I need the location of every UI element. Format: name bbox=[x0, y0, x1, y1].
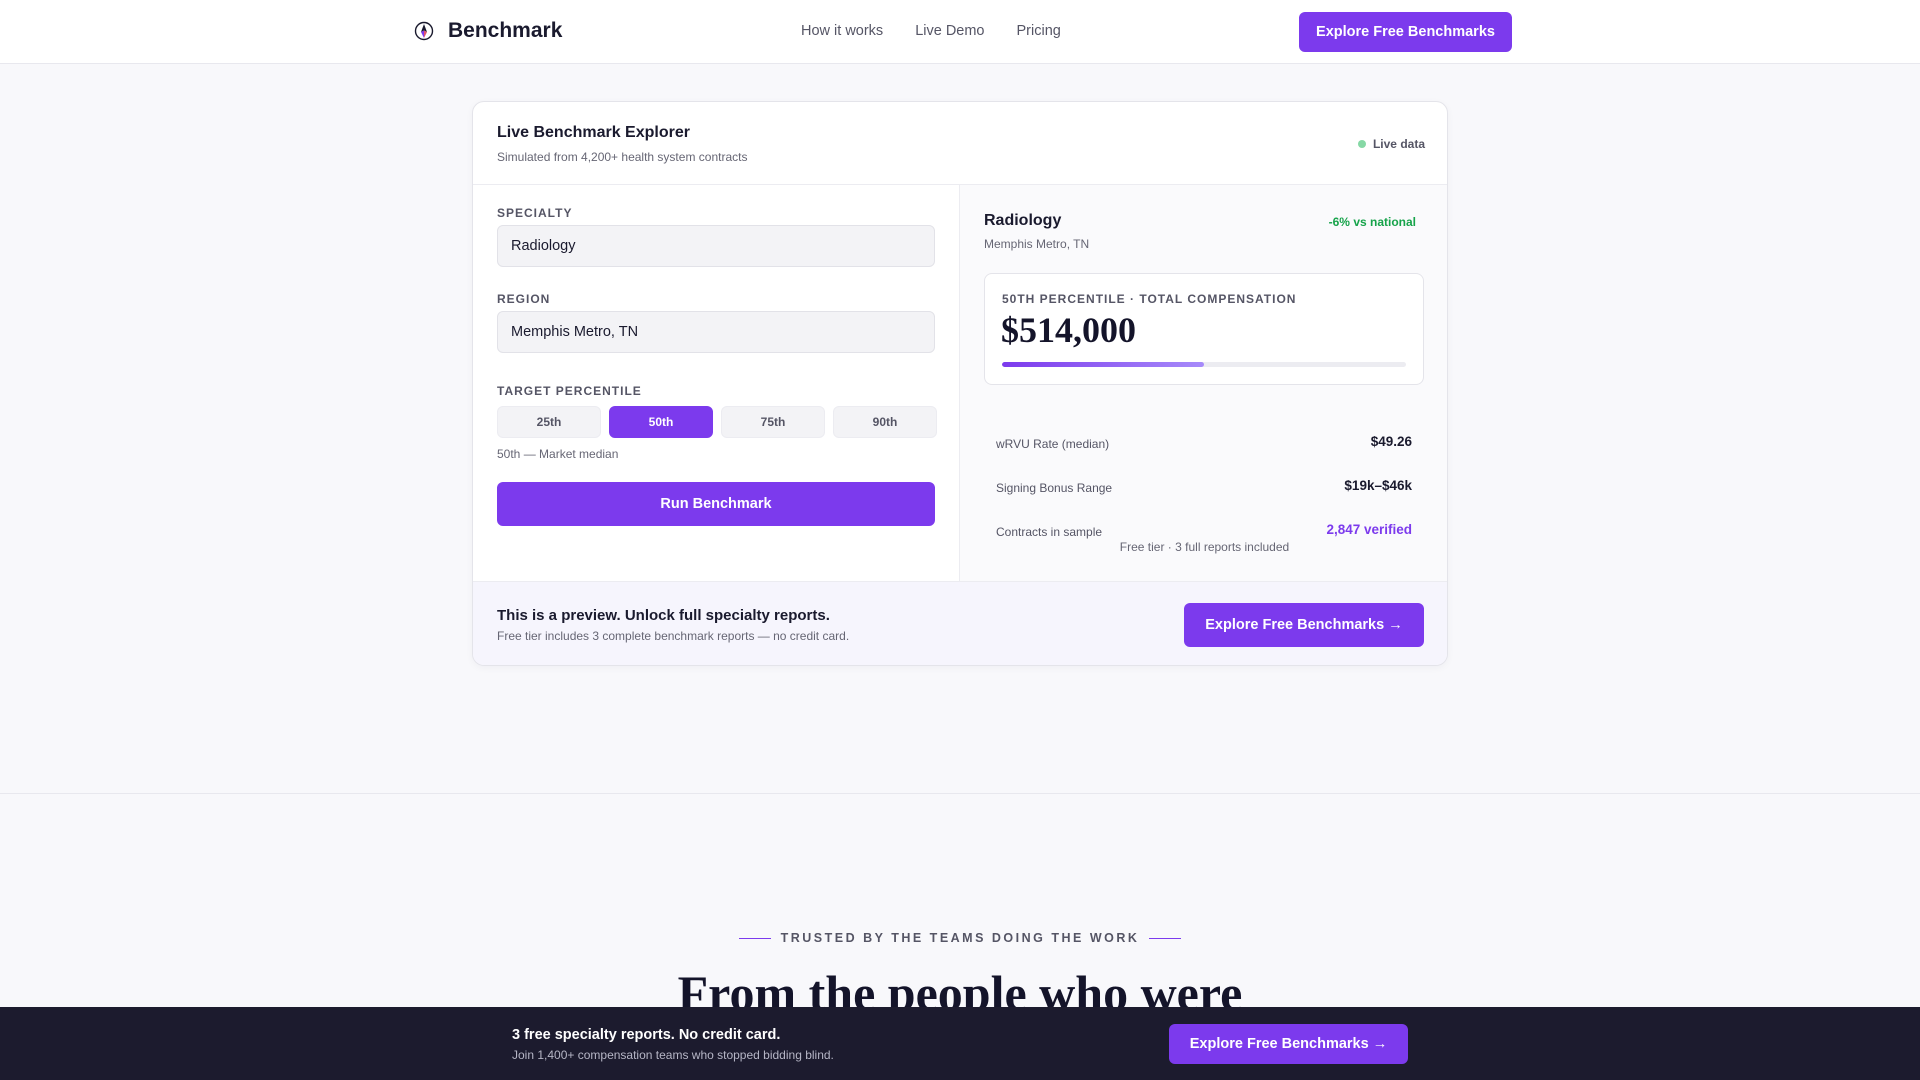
benchmark-result: Radiology Memphis Metro, TN -6% vs natio… bbox=[960, 185, 1447, 581]
result-specialty: Radiology bbox=[984, 212, 1062, 229]
trusted-text: TRUSTED BY THE TEAMS DOING THE WORK bbox=[780, 931, 1140, 945]
eyebrow-line-left bbox=[738, 937, 771, 939]
brand-name: Benchmark bbox=[448, 19, 563, 42]
percentile-50th-button[interactable]: 50th bbox=[609, 406, 713, 438]
percentile-90th-button[interactable]: 90th bbox=[833, 406, 937, 438]
total-compensation-value: $514,000 bbox=[1001, 310, 1136, 350]
live-label: Live data bbox=[1372, 137, 1425, 151]
percentile-selector: 25th 50th 75th 90th bbox=[497, 406, 937, 438]
stat-row-contracts: Contracts in sample 2,847 verified bbox=[996, 522, 1412, 542]
percentile-summary-box: 50TH PERCENTILE · TOTAL COMPENSATION $51… bbox=[984, 273, 1424, 385]
percentile-25th-button[interactable]: 25th bbox=[497, 406, 601, 438]
percentile-box-label: 50TH PERCENTILE · TOTAL COMPENSATION bbox=[1002, 292, 1297, 306]
sticky-cta-bar: 3 free specialty reports. No credit card… bbox=[0, 1007, 1920, 1080]
benchmark-explorer-card: Live Benchmark Explorer Simulated from 4… bbox=[472, 101, 1448, 666]
site-header: Benchmark How it works Live Demo Pricing… bbox=[0, 0, 1920, 64]
stat-value: $49.26 bbox=[1370, 434, 1412, 449]
stat-value: $19k–$46k bbox=[1344, 478, 1412, 493]
eyebrow-line-right bbox=[1149, 937, 1182, 939]
stat-row-wrvu: wRVU Rate (median) $49.26 bbox=[996, 434, 1412, 454]
nav-pricing[interactable]: Pricing bbox=[1017, 23, 1061, 39]
nav-live-demo[interactable]: Live Demo bbox=[915, 23, 984, 39]
percentile-progress-bar bbox=[1002, 362, 1406, 367]
sticky-title: 3 free specialty reports. No credit card… bbox=[512, 1027, 781, 1043]
nav-how-it-works[interactable]: How it works bbox=[801, 23, 883, 39]
preview-footer: This is a preview. Unlock full specialty… bbox=[473, 581, 1447, 665]
region-input[interactable] bbox=[497, 311, 935, 353]
card-subtitle: Simulated from 4,200+ health system cont… bbox=[497, 150, 748, 164]
live-dot-icon bbox=[1357, 140, 1366, 148]
preview-explore-button[interactable]: Explore Free Benchmarks → bbox=[1184, 603, 1424, 647]
benchmark-form: SPECIALTY REGION TARGET PERCENTILE 25th … bbox=[473, 185, 960, 581]
region-label: REGION bbox=[497, 292, 551, 306]
card-title: Live Benchmark Explorer bbox=[497, 124, 690, 141]
section-divider bbox=[0, 793, 1920, 794]
stat-value[interactable]: 2,847 verified bbox=[1326, 522, 1412, 537]
brand[interactable]: Benchmark bbox=[414, 19, 562, 43]
header-explore-button[interactable]: Explore Free Benchmarks bbox=[1299, 12, 1512, 52]
card-header: Live Benchmark Explorer Simulated from 4… bbox=[473, 102, 1447, 185]
stat-label: Signing Bonus Range bbox=[996, 481, 1113, 495]
result-region: Memphis Metro, TN bbox=[984, 237, 1090, 251]
stat-label: Contracts in sample bbox=[996, 525, 1103, 539]
specialty-input[interactable] bbox=[497, 225, 935, 267]
preview-title: This is a preview. Unlock full specialty… bbox=[497, 607, 830, 624]
live-indicator: Live data bbox=[1357, 137, 1425, 151]
specialty-label: SPECIALTY bbox=[497, 206, 573, 220]
percentile-note: 50th — Market median bbox=[497, 447, 619, 461]
main-nav: How it works Live Demo Pricing bbox=[801, 23, 1061, 39]
trusted-eyebrow: TRUSTED BY THE TEAMS DOING THE WORK bbox=[0, 931, 1920, 945]
stat-row-signing-bonus: Signing Bonus Range $19k–$46k bbox=[996, 478, 1412, 498]
percentile-75th-button[interactable]: 75th bbox=[721, 406, 825, 438]
sticky-subtitle: Join 1,400+ compensation teams who stopp… bbox=[512, 1048, 834, 1062]
run-benchmark-button[interactable]: Run Benchmark bbox=[497, 482, 935, 526]
percentile-progress-fill bbox=[1002, 362, 1204, 367]
free-tier-note: Free tier · 3 full reports included bbox=[1119, 540, 1290, 554]
percentile-label: TARGET PERCENTILE bbox=[497, 384, 642, 398]
compass-logo-icon bbox=[414, 21, 434, 41]
sticky-explore-button[interactable]: Explore Free Benchmarks → bbox=[1169, 1024, 1408, 1064]
preview-subtitle: Free tier includes 3 complete benchmark … bbox=[497, 629, 850, 643]
stat-label: wRVU Rate (median) bbox=[996, 437, 1110, 451]
vs-national-badge: -6% vs national bbox=[1328, 215, 1416, 229]
